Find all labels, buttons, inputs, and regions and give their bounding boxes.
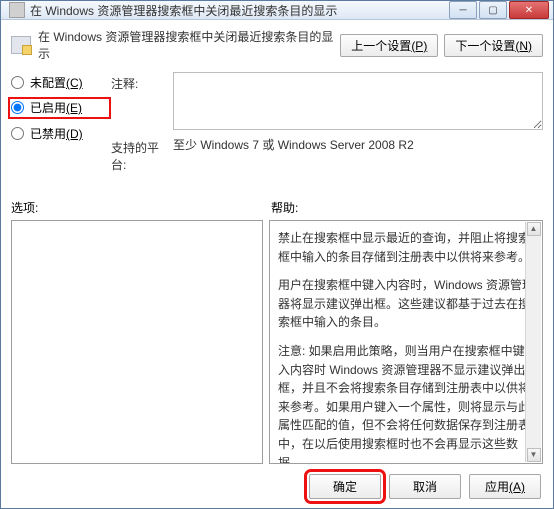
scroll-up-icon[interactable]: ▲ <box>527 222 541 236</box>
window-controls: ─ ▢ ✕ <box>447 1 549 19</box>
platform-value: 至少 Windows 7 或 Windows Server 2008 R2 <box>173 136 543 153</box>
header: 在 Windows 资源管理器搜索框中关闭最近搜索条目的显示 上一个设置(P) … <box>1 20 553 68</box>
radio-enabled[interactable]: 已启用(E) <box>8 97 111 119</box>
help-label: 帮助: <box>271 199 298 216</box>
panels: 禁止在搜索框中显示最近的查询，并阻止将搜索框中输入的条目存储到注册表中以供将来参… <box>1 220 553 464</box>
policy-icon <box>11 36 31 54</box>
close-button[interactable]: ✕ <box>509 1 549 19</box>
options-label: 选项: <box>11 199 271 216</box>
help-scrollbar[interactable]: ▲ ▼ <box>525 222 541 462</box>
help-panel: 禁止在搜索框中显示最近的查询，并阻止将搜索框中输入的条目存储到注册表中以供将来参… <box>269 220 543 464</box>
scroll-down-icon[interactable]: ▼ <box>527 448 541 462</box>
cancel-button[interactable]: 取消 <box>389 474 461 499</box>
footer: 确定 取消 应用(A) <box>1 464 553 509</box>
maximize-button[interactable]: ▢ <box>479 1 507 19</box>
window-title: 在 Windows 资源管理器搜索框中关闭最近搜索条目的显示 <box>30 2 447 19</box>
platform-label: 支持的平台: <box>111 136 173 173</box>
next-setting-button[interactable]: 下一个设置(N) <box>444 34 543 57</box>
radio-disabled[interactable]: 已禁用(D) <box>11 125 111 142</box>
section-labels: 选项: 帮助: <box>1 181 553 220</box>
help-paragraph: 注意: 如果启用此策略，则当用户在搜索框中键入内容时 Windows 资源管理器… <box>278 342 534 464</box>
titlebar[interactable]: 在 Windows 资源管理器搜索框中关闭最近搜索条目的显示 ─ ▢ ✕ <box>1 1 553 20</box>
help-paragraph: 用户在搜索框中键入内容时，Windows 资源管理器将显示建议弹出框。这些建议都… <box>278 276 534 332</box>
policy-dialog: 在 Windows 资源管理器搜索框中关闭最近搜索条目的显示 ─ ▢ ✕ 在 W… <box>0 0 554 509</box>
radio-disabled-input[interactable] <box>11 127 24 140</box>
help-paragraph: 禁止在搜索框中显示最近的查询，并阻止将搜索框中输入的条目存储到注册表中以供将来参… <box>278 229 534 266</box>
policy-title: 在 Windows 资源管理器搜索框中关闭最近搜索条目的显示 <box>38 28 340 62</box>
minimize-button[interactable]: ─ <box>449 1 477 19</box>
radio-enabled-input[interactable] <box>11 101 24 114</box>
platform-field: 支持的平台: 至少 Windows 7 或 Windows Server 200… <box>111 136 543 173</box>
nav-buttons: 上一个设置(P) 下一个设置(N) <box>340 34 543 57</box>
comment-label: 注释: <box>111 72 173 92</box>
window-icon <box>9 2 25 18</box>
radio-not-configured[interactable]: 未配置(C) <box>11 74 111 91</box>
fields: 注释: 支持的平台: 至少 Windows 7 或 Windows Server… <box>111 72 543 179</box>
ok-button[interactable]: 确定 <box>309 474 381 499</box>
radio-not-configured-input[interactable] <box>11 76 24 89</box>
state-radios: 未配置(C) 已启用(E) 已禁用(D) <box>11 72 111 179</box>
prev-setting-button[interactable]: 上一个设置(P) <box>340 34 438 57</box>
apply-button[interactable]: 应用(A) <box>469 474 541 499</box>
comment-field: 注释: <box>111 72 543 130</box>
comment-input[interactable] <box>173 72 543 130</box>
body: 未配置(C) 已启用(E) 已禁用(D) 注释: 支持的平台: 至少 Windo… <box>1 68 553 181</box>
options-panel <box>11 220 263 464</box>
